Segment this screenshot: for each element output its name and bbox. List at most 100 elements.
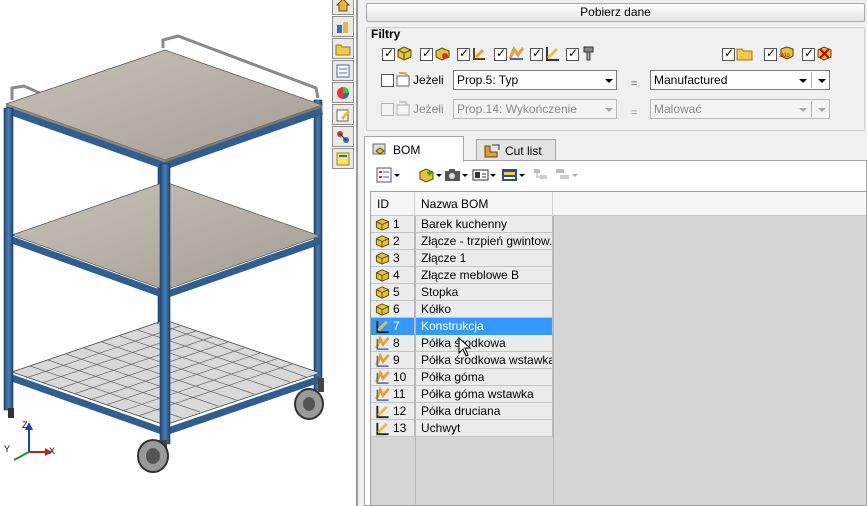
edit-button[interactable] — [332, 104, 354, 125]
assembly-part-icon — [375, 303, 390, 316]
table-row[interactable]: 13 Uchwyt — [371, 420, 866, 437]
routing-icon — [337, 130, 349, 143]
bom-toolbar — [364, 164, 664, 186]
column-header-id[interactable]: ID — [371, 192, 415, 216]
filter-checkbox-weldment[interactable] — [457, 46, 470, 61]
table-row[interactable]: 2 Złącze - trzpień gwintow... — [371, 233, 866, 250]
condition-2-checkbox[interactable] — [381, 103, 394, 116]
condition-2-property-select[interactable]: Prop.14: Wykończenie — [453, 99, 617, 119]
filter-checkbox-folder[interactable] — [722, 46, 735, 61]
table-row[interactable]: 11 Półka góma wstawka — [371, 386, 866, 403]
bom-table-header: ID Nazwa BOM — [371, 192, 866, 216]
table-row[interactable]: 3 Złącze 1 — [371, 250, 866, 267]
assembly-button[interactable] — [332, 16, 354, 37]
row-id-cell: 13 — [371, 420, 415, 437]
row-id: 13 — [393, 421, 407, 435]
row-id-cell: 2 — [371, 233, 415, 250]
condition-1-property-select[interactable]: Prop.5: Typ — [453, 70, 617, 90]
collapse-tree-button[interactable] — [554, 166, 578, 184]
condition-1-checkbox[interactable] — [381, 74, 394, 87]
row-id-cell: 9 — [371, 352, 415, 369]
condition-1-value-select[interactable]: Manufactured — [650, 70, 830, 90]
properties-button[interactable] — [332, 60, 354, 81]
edit-icon — [336, 109, 350, 121]
filter-checkbox-structural-member[interactable] — [530, 46, 543, 61]
condition-2-operator: = — [631, 107, 638, 119]
tree-icon — [534, 169, 547, 179]
fetch-data-button[interactable]: Pobierz dane — [366, 3, 865, 22]
row-id: 8 — [393, 336, 400, 350]
view-options-button[interactable] — [376, 166, 400, 184]
row-id: 9 — [393, 353, 400, 367]
chevron-down-icon — [818, 108, 826, 112]
column-header-name[interactable]: Nazwa BOM — [415, 192, 553, 216]
table-row[interactable]: 7 Konstrukcja — [371, 318, 866, 335]
folder-button[interactable] — [332, 38, 354, 59]
row-id: 1 — [393, 217, 400, 231]
expand-tree-button[interactable] — [532, 166, 549, 184]
tab-bom[interactable]: BOM — [364, 136, 464, 162]
appearance-button[interactable] — [332, 82, 354, 103]
step-export-button[interactable] — [501, 166, 525, 184]
row-id-cell: 12 — [371, 403, 415, 420]
weldment-icon — [473, 48, 485, 60]
row-id-cell: 11 — [371, 386, 415, 403]
exclude-icon — [817, 46, 832, 61]
row-name: Uchwyt — [415, 420, 553, 437]
row-id: 6 — [393, 302, 400, 316]
sheetmetal-icon — [375, 353, 390, 367]
bom-table[interactable]: ID Nazwa BOM 1 Barek kuchenny 2 Złącze - tr… — [370, 191, 867, 506]
export-button[interactable] — [472, 166, 496, 184]
sheetmetal-icon — [375, 370, 390, 384]
table-row[interactable]: 12 Półka druciana — [371, 403, 866, 420]
model-viewport[interactable]: Z Y X — [0, 0, 356, 506]
part-icon — [397, 46, 412, 61]
row-name: Półka góma wstawka — [415, 386, 553, 403]
table-row[interactable]: 8 Półka środkowa — [371, 335, 866, 352]
filter-checkbox-part[interactable] — [382, 46, 395, 61]
row-id: 12 — [393, 404, 407, 418]
home-button[interactable] — [332, 0, 354, 15]
filter-checkbox-sheetmetal[interactable] — [494, 46, 507, 61]
tree-collapse-icon — [556, 169, 569, 179]
skip-label: skip — [779, 53, 790, 59]
row-id-cell: 10 — [371, 369, 415, 386]
cut-list-icon — [484, 144, 500, 157]
structural-member-icon — [546, 47, 559, 61]
chevron-down-icon — [799, 108, 807, 112]
assembly-part-icon — [375, 269, 390, 282]
table-row[interactable]: 1 Barek kuchenny — [371, 216, 866, 233]
sheetmetal-icon — [375, 336, 390, 350]
task-pane-toolbar — [330, 0, 356, 190]
trolley-3d-model[interactable]: Z Y X — [0, 0, 356, 506]
assembly-part-icon — [375, 286, 390, 299]
row-name: Półka góma — [415, 369, 553, 386]
row-id-cell: 1 — [371, 216, 415, 233]
tab-cut-list[interactable]: Cut list — [476, 139, 556, 161]
filter-checkbox-fastener[interactable] — [566, 46, 579, 61]
add-component-button[interactable] — [418, 166, 442, 184]
row-id-cell: 4 — [371, 267, 415, 284]
fastener-icon — [583, 46, 594, 61]
app-window: Z Y X Pobierz dane Filtry ✓ ✓ ✓ ✓ ✓ ✓ ✓ … — [0, 0, 867, 506]
filter-checkbox-skip[interactable] — [764, 46, 777, 61]
camera-button[interactable] — [444, 166, 468, 184]
table-row[interactable]: 10 Półka góma — [371, 369, 866, 386]
table-row[interactable]: 5 Stopka — [371, 284, 866, 301]
weldment-icon — [376, 405, 389, 419]
notes-button[interactable] — [332, 148, 354, 169]
home-icon — [335, 0, 351, 11]
condition-2-value: Malować — [654, 102, 702, 116]
table-row[interactable]: 4 Złącze meblowe B — [371, 267, 866, 284]
condition-1-label: Jeżeli — [413, 73, 444, 87]
table-row[interactable]: 6 Kółko — [371, 301, 866, 318]
row-id-cell: 5 — [371, 284, 415, 301]
assembly-icon — [337, 21, 348, 33]
filter-checkbox-exclude[interactable] — [802, 46, 815, 61]
filter-checkbox-assembly-part[interactable] — [420, 46, 433, 61]
row-name: Barek kuchenny — [415, 216, 553, 233]
table-row[interactable]: 9 Półka środkowa wstawka — [371, 352, 866, 369]
routing-button[interactable] — [332, 126, 354, 147]
condition-2-value-select[interactable]: Malować — [650, 99, 830, 119]
row-id: 7 — [393, 319, 400, 333]
